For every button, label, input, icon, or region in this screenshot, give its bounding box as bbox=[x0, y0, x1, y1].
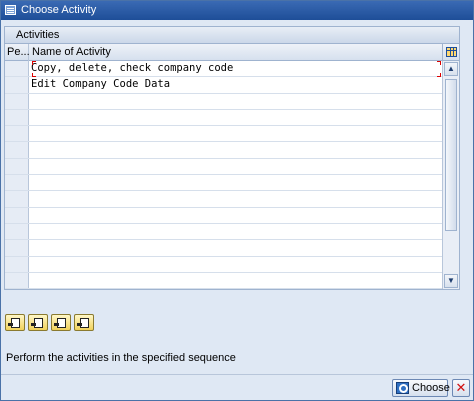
row-selector bbox=[5, 207, 29, 223]
row-selector bbox=[5, 223, 29, 240]
table-header: Pe... Name of Activity bbox=[5, 44, 442, 61]
column-header-name[interactable]: Name of Activity bbox=[29, 44, 442, 61]
table-row bbox=[5, 109, 442, 127]
first-activity-icon bbox=[8, 318, 20, 328]
table-row[interactable]: Copy, delete, check company code bbox=[5, 61, 442, 78]
first-activity-button[interactable] bbox=[5, 314, 25, 331]
row-selector bbox=[5, 126, 29, 142]
focus-corner bbox=[437, 61, 441, 65]
previous-activity-icon bbox=[54, 318, 66, 328]
row-selector bbox=[5, 109, 29, 126]
column-header-pe[interactable]: Pe... bbox=[5, 44, 30, 61]
row-selector bbox=[5, 175, 29, 191]
choose-button[interactable]: Choose bbox=[392, 379, 450, 397]
activity-name-cell[interactable]: Edit Company Code Data bbox=[29, 77, 442, 92]
row-selector[interactable] bbox=[5, 77, 29, 93]
choose-button-label: Choose bbox=[412, 382, 450, 394]
activity-table: Pe... Name of Activity Copy, delete, che… bbox=[4, 43, 460, 290]
choose-icon bbox=[396, 382, 409, 394]
close-icon: ✕ bbox=[455, 380, 467, 395]
choose-activity-dialog: Choose Activity Activities Pe... Name of… bbox=[0, 0, 474, 401]
table-row bbox=[5, 207, 442, 224]
row-selector bbox=[5, 93, 29, 109]
next-activity-icon bbox=[31, 318, 43, 328]
table-row bbox=[5, 126, 442, 143]
table-body: Copy, delete, check company code Edit Co… bbox=[5, 61, 442, 290]
window-title: Choose Activity bbox=[21, 4, 97, 16]
focus-corner bbox=[437, 73, 441, 77]
cancel-button[interactable]: ✕ bbox=[452, 379, 470, 397]
window-icon bbox=[5, 5, 16, 15]
last-activity-icon bbox=[77, 318, 89, 328]
table-row bbox=[5, 142, 442, 159]
scroll-thumb[interactable] bbox=[445, 79, 457, 231]
table-settings-icon bbox=[446, 47, 457, 57]
table-row bbox=[5, 240, 442, 257]
row-selector bbox=[5, 158, 29, 175]
row-selector bbox=[5, 240, 29, 256]
previous-activity-button[interactable] bbox=[51, 314, 71, 331]
row-selector bbox=[5, 191, 29, 207]
last-activity-button[interactable] bbox=[74, 314, 94, 331]
next-activity-button[interactable] bbox=[28, 314, 48, 331]
row-selector[interactable] bbox=[5, 61, 29, 77]
table-row bbox=[5, 272, 442, 290]
tab-strip: Activities bbox=[1, 20, 473, 44]
scroll-down-icon[interactable]: ▼ bbox=[444, 274, 458, 288]
vertical-scrollbar[interactable]: ▲ ▼ bbox=[442, 61, 459, 289]
table-row bbox=[5, 256, 442, 273]
focus-corner bbox=[32, 73, 36, 77]
row-selector bbox=[5, 256, 29, 272]
scroll-up-icon[interactable]: ▲ bbox=[444, 62, 458, 76]
dialog-footer: Choose ✕ bbox=[1, 374, 473, 400]
row-selector bbox=[5, 272, 29, 289]
table-settings-button[interactable] bbox=[442, 44, 459, 61]
tab-activities[interactable]: Activities bbox=[4, 26, 460, 44]
table-row[interactable]: Edit Company Code Data bbox=[5, 77, 442, 94]
instruction-text: Perform the activities in the specified … bbox=[6, 352, 236, 364]
row-selector bbox=[5, 142, 29, 158]
focus-corner bbox=[32, 61, 36, 65]
table-row bbox=[5, 191, 442, 208]
table-row bbox=[5, 158, 442, 176]
activity-name-cell[interactable]: Copy, delete, check company code bbox=[29, 61, 442, 76]
table-row bbox=[5, 93, 442, 110]
table-row bbox=[5, 223, 442, 241]
table-row bbox=[5, 175, 442, 192]
title-bar: Choose Activity bbox=[1, 1, 473, 20]
